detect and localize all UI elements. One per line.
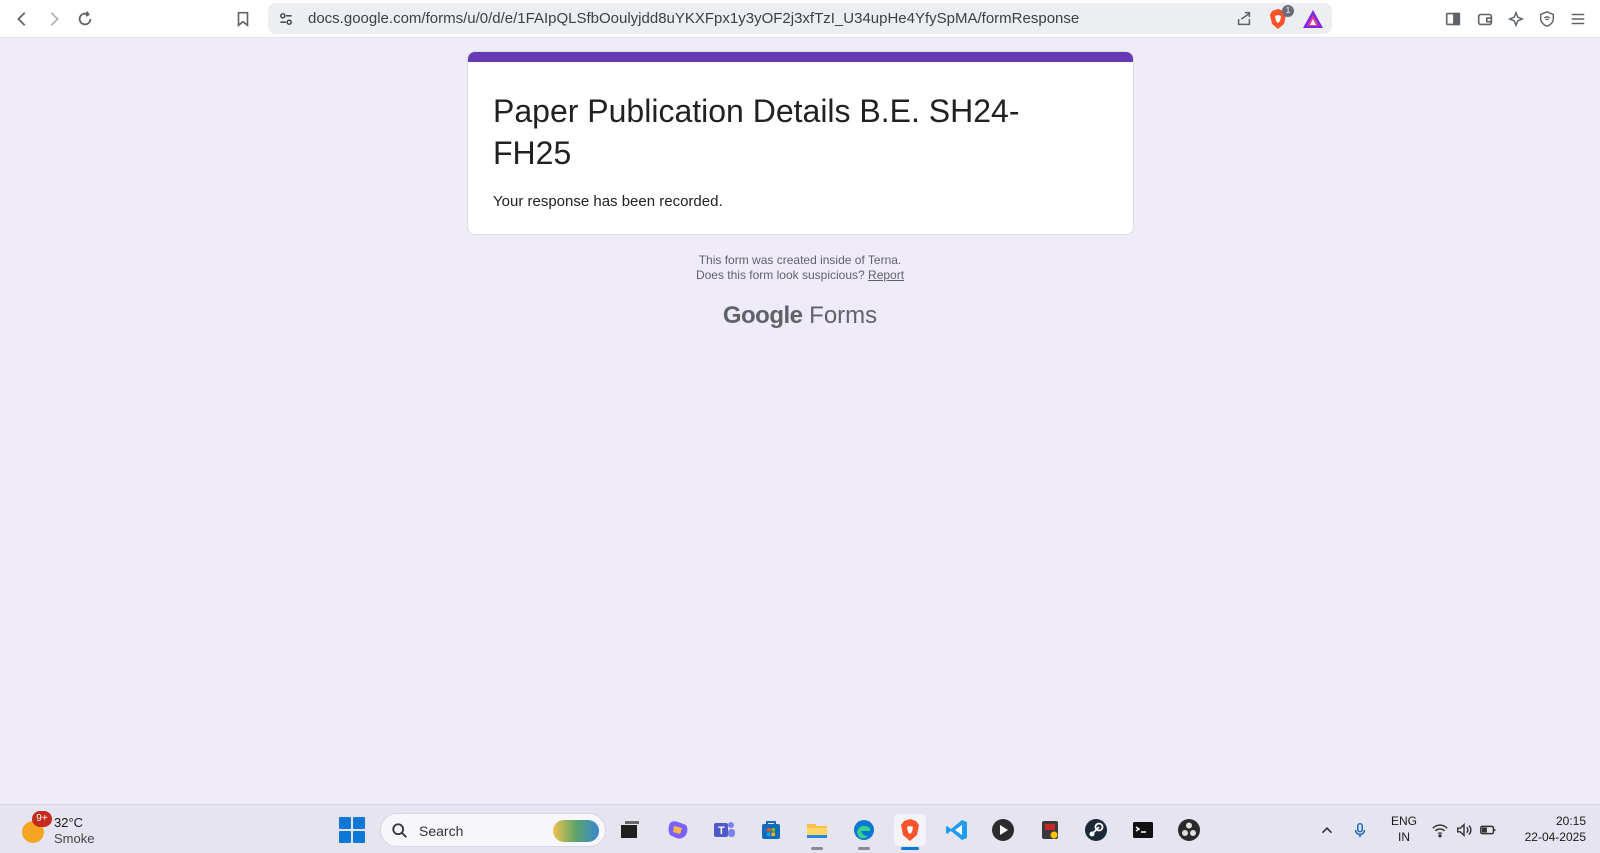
url-text: docs.google.com/forms/u/0/d/e/1FAIpQLSfb… [308,10,1080,27]
start-icon[interactable] [339,817,365,843]
vscode-icon[interactable] [941,814,973,846]
google-forms-logo[interactable]: Google Forms [0,302,1600,330]
site-settings-icon[interactable] [274,7,298,31]
brave-shields-icon[interactable]: 1 [1266,5,1294,31]
reload-icon[interactable] [71,5,99,33]
weather-condition: Smoke [54,831,95,846]
weather-widget[interactable]: 9+ 32°C Smoke [18,811,108,849]
vpn-icon[interactable] [1533,5,1561,33]
search-highlight-icon [553,820,599,842]
terminal-icon[interactable] [1127,814,1159,846]
sidebar-icon[interactable] [1439,5,1467,33]
form-card: Paper Publication Details B.E. SH24-FH25… [467,51,1134,235]
browser-toolbar: docs.google.com/forms/u/0/d/e/1FAIpQLSfb… [0,0,1600,38]
wifi-icon[interactable] [1430,817,1450,843]
language-indicator[interactable]: ENG IN [1388,813,1420,845]
edge-icon[interactable] [848,814,880,850]
search-label: Search [419,823,464,839]
teams-icon[interactable]: T [708,814,740,846]
file-explorer-icon[interactable] [801,814,833,850]
form-footer: This form was created inside of Terna. D… [0,253,1600,283]
clock-date: 22-04-2025 [1524,830,1586,844]
suspicious-text: Does this form look suspicious? [695,268,865,282]
bookmark-icon[interactable] [229,5,257,33]
brave-icon[interactable] [894,814,926,850]
copilot-icon[interactable] [662,814,694,846]
google-wordmark: Google [722,302,803,329]
steam-icon[interactable] [1080,814,1112,846]
language-region: IN [1398,830,1410,844]
task-view-icon[interactable] [614,814,646,846]
created-note: This form was created inside of Terna. [698,253,902,267]
search-icon [392,823,407,838]
store-icon[interactable] [755,814,787,846]
form-accent-bar [468,52,1133,62]
language-code: ENG [1390,814,1417,828]
battery-icon[interactable] [1478,817,1498,843]
taskbar-search[interactable]: Search [380,813,606,847]
share-icon[interactable] [1232,7,1256,31]
volume-icon[interactable] [1454,817,1474,843]
chevron-up-icon[interactable] [1317,817,1337,843]
forms-wordmark: Forms [809,302,878,329]
clock-time: 20:15 [1555,814,1586,828]
microphone-icon[interactable] [1350,817,1370,843]
brave-badge: 1 [1282,5,1294,17]
suspicious-line: Does this form look suspicious? Report [0,268,1600,283]
weather-temp: 32°C [54,815,84,830]
obs-icon[interactable] [1173,814,1205,846]
report-link[interactable]: Report [868,268,904,282]
back-icon[interactable] [8,5,36,33]
app-icon[interactable] [1034,814,1066,846]
weather-badge: 9+ [32,811,52,827]
brave-rewards-icon[interactable] [1302,8,1324,30]
leo-ai-icon[interactable] [1502,5,1530,33]
confirmation-message: Your response has been recorded. [493,193,723,210]
form-title: Paper Publication Details B.E. SH24-FH25 [493,93,1020,171]
taskbar: 9+ 32°C Smoke Search T ENG IN 20:15 22-0… [0,804,1600,853]
wallet-icon[interactable] [1471,5,1499,33]
media-player-icon[interactable] [987,814,1019,846]
system-clock[interactable]: 20:15 22-04-2025 [1510,813,1586,845]
address-bar[interactable]: docs.google.com/forms/u/0/d/e/1FAIpQLSfb… [268,3,1332,34]
menu-icon[interactable] [1564,5,1592,33]
forward-icon[interactable] [40,5,68,33]
svg-text:T: T [718,825,725,837]
